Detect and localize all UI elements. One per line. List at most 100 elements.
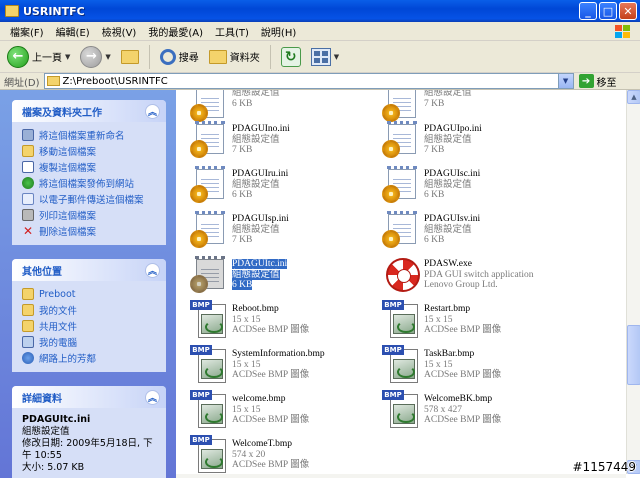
scroll-up-icon[interactable]: ▲ bbox=[627, 90, 640, 104]
menu-edit[interactable]: 編輯(E) bbox=[50, 24, 96, 39]
place-label: 網路上的芳鄰 bbox=[39, 354, 97, 365]
file-item[interactable]: BMP Reboot.bmp 15 x 15 ACDSee BMP 圖像 bbox=[188, 300, 388, 344]
address-input[interactable]: Z:\Preboot\USRINTFC ▼ bbox=[43, 73, 574, 89]
file-item[interactable]: PDAGUIsv.ini 組態設定值 6 KB bbox=[380, 210, 580, 254]
scroll-thumb[interactable] bbox=[627, 325, 640, 385]
file-tasks-header[interactable]: 檔案及資料夾工作 ︽ bbox=[12, 100, 166, 122]
address-label: 網址(D) bbox=[4, 77, 40, 89]
file-size: ACDSee BMP 圖像 bbox=[232, 415, 310, 425]
email-icon bbox=[22, 193, 34, 205]
file-size: ACDSee BMP 圖像 bbox=[232, 460, 310, 470]
file-type: 15 x 15 bbox=[232, 404, 261, 415]
menu-view[interactable]: 檢視(V) bbox=[96, 24, 143, 39]
place-my-documents[interactable]: 我的文件 bbox=[22, 302, 160, 318]
task-label: 移動這個檔案 bbox=[39, 147, 97, 158]
file-type: 組態設定值 bbox=[232, 269, 280, 280]
collapse-icon[interactable]: ︽ bbox=[145, 103, 160, 119]
chevron-down-icon[interactable]: ▼ bbox=[557, 74, 573, 88]
file-item[interactable]: BMP Restart.bmp 15 x 15 ACDSee BMP 圖像 bbox=[380, 300, 580, 344]
chevron-down-icon[interactable]: ▼ bbox=[65, 53, 70, 61]
minimize-button[interactable]: _ bbox=[579, 2, 597, 20]
menu-tools[interactable]: 工具(T) bbox=[209, 24, 255, 39]
file-item[interactable]: BMP welcome.bmp 15 x 15 ACDSee BMP 圖像 bbox=[188, 390, 388, 434]
task-move[interactable]: 移動這個檔案 bbox=[22, 143, 160, 159]
task-copy[interactable]: 複製這個檔案 bbox=[22, 159, 160, 175]
task-print[interactable]: 列印這個檔案 bbox=[22, 207, 160, 223]
file-name: Reboot.bmp bbox=[232, 304, 279, 314]
bmp-image-icon: BMP bbox=[188, 345, 230, 387]
folders-icon bbox=[208, 49, 227, 64]
folders-button[interactable]: 資料夾 bbox=[206, 44, 263, 70]
back-arrow-icon: ← bbox=[7, 45, 29, 68]
menu-favorites[interactable]: 我的最愛(A) bbox=[142, 24, 209, 39]
collapse-icon[interactable]: ︽ bbox=[145, 389, 160, 405]
task-delete[interactable]: ✕ 刪除這個檔案 bbox=[22, 223, 160, 239]
place-shared-documents[interactable]: 共用文件 bbox=[22, 318, 160, 334]
place-preboot[interactable]: Preboot bbox=[22, 286, 160, 302]
file-item[interactable]: BMP WelcomeT.bmp 574 x 20 ACDSee BMP 圖像 bbox=[188, 435, 388, 474]
file-item[interactable]: PDAGUIpo.ini 組態設定值 7 KB bbox=[380, 120, 580, 164]
file-type: 組態設定值 bbox=[424, 134, 472, 145]
bmp-image-icon: BMP bbox=[380, 345, 422, 387]
file-size: 7 KB bbox=[232, 145, 253, 155]
file-item[interactable]: PDAGUIru.ini 組態設定值 6 KB bbox=[188, 165, 388, 209]
task-label: 將這個檔案發佈到網站 bbox=[39, 179, 135, 190]
menu-help[interactable]: 說明(H) bbox=[255, 24, 302, 39]
other-places-header[interactable]: 其他位置 ︽ bbox=[12, 259, 166, 281]
forward-button[interactable]: → ▼ bbox=[77, 44, 113, 70]
refresh-button[interactable]: ↻ bbox=[278, 44, 304, 70]
file-size: 6 KB bbox=[424, 235, 445, 245]
search-button[interactable]: 搜尋 bbox=[157, 44, 202, 70]
up-folder-button[interactable] bbox=[118, 44, 142, 70]
views-button[interactable]: ▼ bbox=[308, 44, 342, 70]
chevron-down-icon[interactable]: ▼ bbox=[105, 53, 110, 61]
file-name: PDAGUIru.ini bbox=[232, 169, 289, 179]
folder-icon bbox=[22, 288, 34, 300]
folders-label: 資料夾 bbox=[229, 53, 260, 64]
bmp-image-icon: BMP bbox=[380, 300, 422, 342]
file-item[interactable]: PDASW.exe PDA GUI switch application Lenov… bbox=[380, 255, 580, 299]
horizontal-scrollbar[interactable] bbox=[176, 474, 626, 478]
file-size: 6 KB bbox=[424, 190, 445, 200]
task-rename[interactable]: 將這個檔案重新命名 bbox=[22, 127, 160, 143]
vertical-scrollbar[interactable]: ▲ ▼ bbox=[626, 90, 640, 474]
bmp-image-icon: BMP bbox=[380, 390, 422, 432]
chevron-down-icon[interactable]: ▼ bbox=[334, 53, 339, 61]
task-publish[interactable]: 將這個檔案發佈到網站 bbox=[22, 175, 160, 191]
file-name: TaskBar.bmp bbox=[424, 349, 475, 359]
maximize-button[interactable]: □ bbox=[599, 2, 617, 20]
file-name: PDAGUIsv.ini bbox=[424, 214, 481, 224]
place-network[interactable]: 網路上的芳鄰 bbox=[22, 350, 160, 366]
go-label: 移至 bbox=[596, 77, 617, 89]
file-item[interactable]: PDAGUItc.ini 組態設定值 6 KB bbox=[188, 255, 388, 299]
file-tasks-panel: 檔案及資料夾工作 ︽ 將這個檔案重新命名 移動這個檔案 複製這個檔案 將這個檔案… bbox=[12, 100, 166, 245]
file-item[interactable]: BMP WelcomeBK.bmp 578 x 427 ACDSee BMP 圖像 bbox=[380, 390, 580, 434]
task-email[interactable]: 以電子郵件傳送這個檔案 bbox=[22, 191, 160, 207]
file-size: Lenovo Group Ltd. bbox=[424, 280, 498, 290]
file-name: SystemInformation.bmp bbox=[232, 349, 325, 359]
file-item[interactable]: BMP TaskBar.bmp 15 x 15 ACDSee BMP 圖像 bbox=[380, 345, 580, 389]
file-item[interactable]: BMP SystemInformation.bmp 15 x 15 ACDSee BM… bbox=[188, 345, 388, 389]
ini-settings-icon bbox=[188, 165, 230, 207]
back-button[interactable]: ← 上一頁 ▼ bbox=[4, 44, 73, 70]
file-type: 組態設定值 bbox=[424, 179, 472, 190]
folder-icon bbox=[46, 76, 60, 86]
title-bar[interactable]: USRINTFC _ □ ✕ bbox=[0, 0, 640, 22]
go-button[interactable]: ➔ 移至 bbox=[578, 74, 617, 89]
close-button[interactable]: ✕ bbox=[619, 2, 637, 20]
globe-icon bbox=[22, 177, 34, 189]
file-item[interactable]: PDAGUIsp.ini 組態設定值 7 KB bbox=[188, 210, 388, 254]
go-arrow-icon: ➔ bbox=[578, 74, 594, 88]
file-tasks-title: 檔案及資料夾工作 bbox=[22, 107, 102, 119]
file-size: 6 KB bbox=[232, 98, 253, 109]
file-item[interactable]: PDAGUIsc.ini 組態設定值 6 KB bbox=[380, 165, 580, 209]
ini-settings-icon bbox=[380, 210, 422, 252]
place-label: 我的電腦 bbox=[39, 338, 78, 349]
menu-file[interactable]: 檔案(F) bbox=[4, 24, 50, 39]
place-my-computer[interactable]: 我的電腦 bbox=[22, 334, 160, 350]
file-size: ACDSee BMP 圖像 bbox=[424, 325, 502, 335]
collapse-icon[interactable]: ︽ bbox=[145, 262, 160, 278]
task-label: 複製這個檔案 bbox=[39, 163, 97, 174]
details-header[interactable]: 詳細資料 ︽ bbox=[12, 386, 166, 408]
file-item[interactable]: PDAGUIno.ini 組態設定值 7 KB bbox=[188, 120, 388, 164]
